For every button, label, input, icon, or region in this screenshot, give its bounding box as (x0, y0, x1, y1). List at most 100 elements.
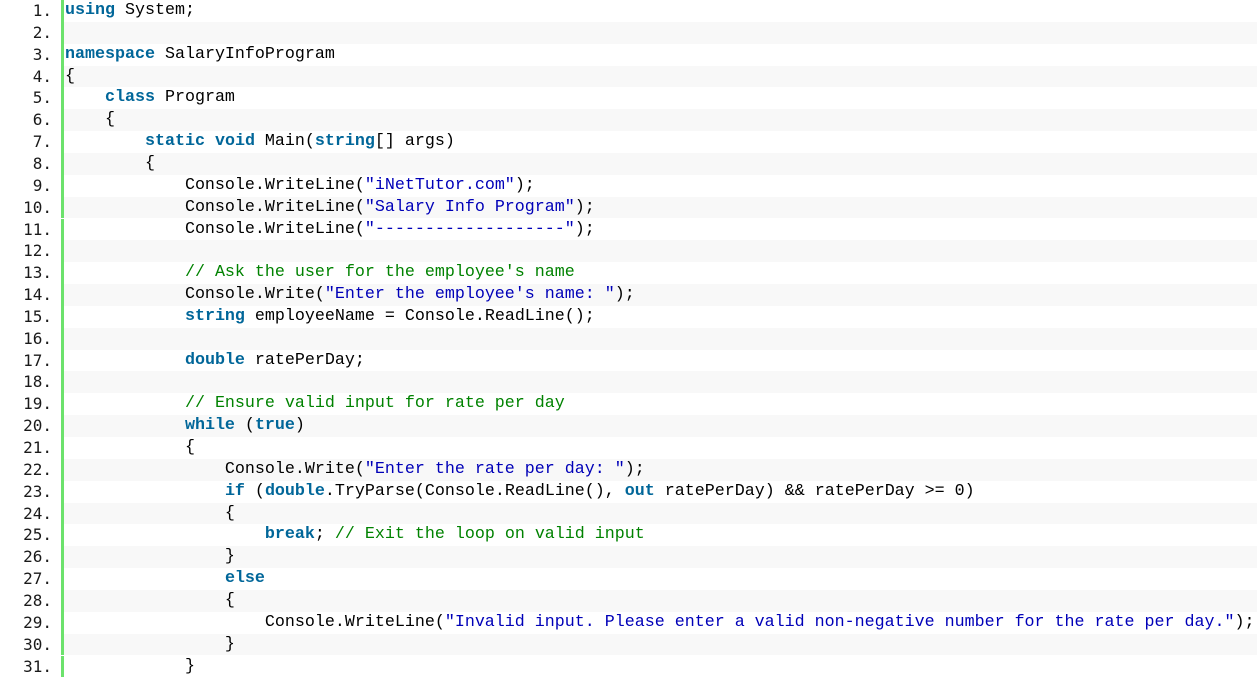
code-text (64, 371, 1257, 394)
token-plain: } (65, 634, 235, 654)
token-keyword: break (264, 525, 315, 545)
code-line: 23. if (double.TryParse(Console.ReadLine… (0, 480, 1257, 503)
token-keyword: double (264, 481, 325, 501)
line-number: 8. (0, 152, 61, 175)
token-plain: System; (114, 1, 195, 20)
token-plain: [] args) (374, 132, 455, 152)
code-text: Console.WriteLine("-------------------")… (64, 219, 1257, 241)
code-line: 20. while (true) (0, 415, 1257, 437)
code-line: 16. (0, 327, 1257, 350)
line-number: 7. (0, 131, 61, 153)
token-keyword: string (314, 132, 375, 152)
code-line: 1. using System; (0, 0, 1257, 22)
code-line: 3. namespace SalaryInfoProgram (0, 43, 1257, 66)
token-plain: ); (1234, 612, 1255, 632)
code-text: Console.WriteLine("Invalid input. Please… (64, 612, 1257, 634)
token-plain: SalaryInfoProgram (154, 44, 335, 64)
code-text (64, 21, 1257, 44)
code-line: 2. (0, 21, 1257, 44)
line-number: 9. (0, 174, 61, 197)
line-number: 1. (0, 0, 61, 22)
line-number: 28. (0, 589, 61, 612)
code-text (64, 240, 1257, 263)
token-comment: // Exit the loop on valid input (334, 525, 645, 545)
line-number: 11. (0, 218, 61, 241)
token-keyword: void (214, 132, 255, 152)
code-line: 8. { (0, 152, 1257, 175)
token-plain: ( (234, 416, 255, 436)
line-number: 21. (0, 437, 61, 459)
token-plain: Console.WriteLine( (65, 612, 445, 632)
code-text: namespace SalaryInfoProgram (64, 44, 1257, 66)
token-string: "Invalid input. Please enter a valid non… (444, 612, 1235, 632)
token-plain: { (65, 590, 235, 610)
code-text: static void Main(string[] args) (64, 131, 1257, 153)
token-plain: Console.Write( (65, 459, 365, 479)
code-text: class Program (64, 87, 1257, 109)
code-line: 13. // Ask the user for the employee's n… (0, 262, 1257, 285)
code-line: 17. double ratePerDay; (0, 349, 1257, 372)
code-line: 26. } (0, 546, 1257, 569)
token-plain: Console.WriteLine( (65, 175, 365, 195)
code-text: Console.Write("Enter the rate per day: "… (64, 458, 1257, 481)
line-number: 6. (0, 109, 61, 132)
line-number: 4. (0, 65, 61, 88)
line-number: 24. (0, 502, 61, 525)
code-line: 24. { (0, 502, 1257, 525)
code-line: 21. { (0, 437, 1257, 459)
token-comment: // Ensure valid input for rate per day (184, 394, 565, 414)
token-keyword: true (254, 416, 295, 436)
code-line: 6. { (0, 109, 1257, 132)
code-text: { (64, 589, 1257, 612)
token-keyword: string (184, 306, 245, 326)
line-number: 20. (0, 415, 61, 437)
code-text (64, 327, 1257, 350)
code-line: 10. Console.WriteLine("Salary Info Progr… (0, 196, 1257, 219)
line-number: 10. (0, 196, 61, 219)
line-number: 15. (0, 305, 61, 328)
token-string: "iNetTutor.com" (364, 175, 515, 195)
token-plain: ; (314, 525, 335, 545)
token-plain: ratePerDay; (244, 350, 365, 370)
code-text: using System; (64, 0, 1257, 22)
code-line: 29. Console.WriteLine("Invalid input. Pl… (0, 611, 1257, 634)
line-number: 16. (0, 327, 61, 350)
line-number: 18. (0, 371, 61, 394)
code-text: else (64, 568, 1257, 590)
line-number: 29. (0, 611, 61, 634)
token-keyword: if (224, 481, 245, 501)
code-text: Console.WriteLine("Salary Info Program")… (64, 196, 1257, 219)
code-line: 22. Console.Write("Enter the rate per da… (0, 458, 1257, 481)
token-comment: // Ask the user for the employee's name (184, 263, 575, 283)
token-plain: Program (154, 88, 235, 108)
code-text: { (64, 65, 1257, 88)
code-line: 19. // Ensure valid input for rate per d… (0, 393, 1257, 416)
code-line: 27. else (0, 568, 1257, 590)
token-string: "Enter the rate per day: " (364, 459, 625, 479)
token-keyword: while (184, 416, 235, 436)
token-plain: { (65, 110, 115, 130)
token-keyword: out (624, 481, 655, 501)
code-text: { (64, 502, 1257, 525)
code-line: 4.{ (0, 65, 1257, 88)
token-keyword: namespace (65, 44, 155, 64)
code-line: 28. { (0, 589, 1257, 612)
code-line: 5. class Program (0, 87, 1257, 110)
token-plain: ); (574, 197, 595, 217)
token-plain: ); (624, 459, 645, 479)
code-text: Console.WriteLine("iNetTutor.com"); (64, 175, 1257, 197)
code-text: } (64, 546, 1257, 569)
token-plain: ) (294, 416, 305, 436)
token-plain: { (65, 153, 155, 173)
line-number: 26. (0, 546, 61, 569)
line-number: 17. (0, 349, 61, 372)
token-keyword: class (104, 88, 155, 108)
line-number: 23. (0, 480, 61, 503)
